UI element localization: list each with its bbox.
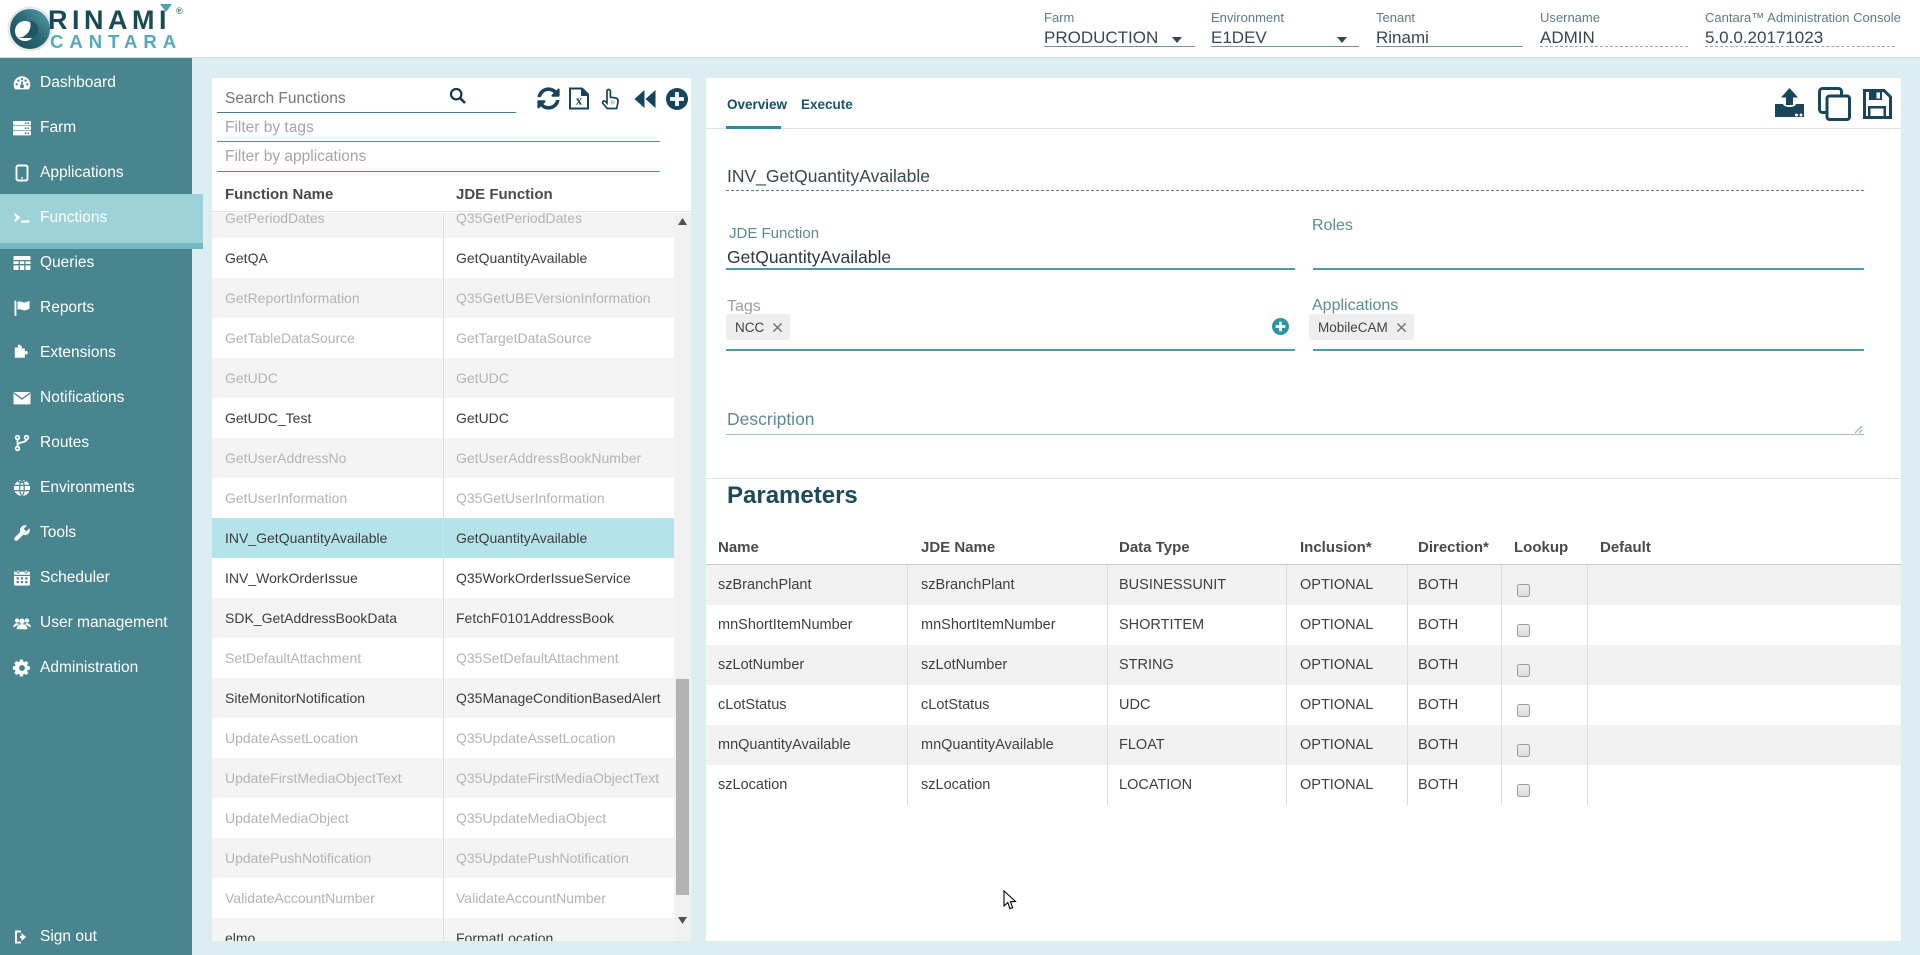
- svg-text:x: x: [576, 93, 583, 108]
